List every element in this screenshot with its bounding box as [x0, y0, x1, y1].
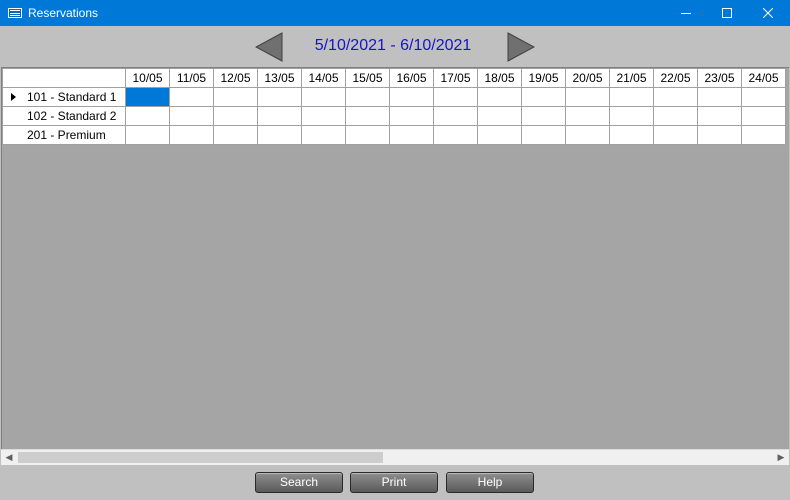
- reservation-cell[interactable]: [697, 106, 742, 126]
- reservation-cell[interactable]: [213, 87, 258, 107]
- reservation-cell[interactable]: [653, 106, 698, 126]
- date-navigation: 5/10/2021 - 6/10/2021: [0, 26, 790, 67]
- room-label[interactable]: 102 - Standard 2: [2, 106, 126, 126]
- reservation-table: 10/05 11/05 12/05 13/05 14/05 15/05 16/05 17/05…: [2, 68, 786, 145]
- room-row: 101 - Standard 1: [2, 87, 786, 107]
- date-header: 18/05: [477, 68, 522, 88]
- reservation-cell[interactable]: [521, 125, 566, 145]
- reservation-cell[interactable]: [653, 87, 698, 107]
- date-header: 20/05: [565, 68, 610, 88]
- right-triangle-icon[interactable]: [507, 32, 535, 62]
- reservation-cell[interactable]: [477, 87, 522, 107]
- horizontal-scrollbar[interactable]: ◀ ▶: [1, 449, 789, 465]
- reservation-cell[interactable]: [213, 106, 258, 126]
- reservation-cell[interactable]: [697, 87, 742, 107]
- reservation-cell[interactable]: [609, 125, 654, 145]
- reservation-cell[interactable]: [257, 87, 302, 107]
- print-button[interactable]: Print: [350, 472, 438, 493]
- reservation-cell[interactable]: [125, 125, 170, 145]
- close-button[interactable]: [746, 0, 790, 26]
- reservation-cell[interactable]: [565, 125, 610, 145]
- corner-cell: [2, 68, 126, 88]
- window-title: Reservations: [28, 6, 99, 20]
- maximize-button[interactable]: [705, 0, 749, 26]
- date-header: 24/05: [741, 68, 786, 88]
- reservation-cell[interactable]: [257, 125, 302, 145]
- reservation-cell[interactable]: [741, 125, 786, 145]
- current-row-pointer-icon: [11, 93, 16, 101]
- date-header: 21/05: [609, 68, 654, 88]
- reservation-cell[interactable]: [433, 87, 478, 107]
- date-header: 13/05: [257, 68, 302, 88]
- reservation-cell[interactable]: [169, 106, 214, 126]
- date-header: 23/05: [697, 68, 742, 88]
- reservation-cell[interactable]: [345, 125, 390, 145]
- date-header: 15/05: [345, 68, 390, 88]
- reservation-cell[interactable]: [565, 106, 610, 126]
- scroll-left-icon[interactable]: ◀: [1, 450, 17, 465]
- date-header-row: 10/05 11/05 12/05 13/05 14/05 15/05 16/05 17/05…: [2, 68, 786, 88]
- date-header: 10/05: [125, 68, 170, 88]
- reservation-cell[interactable]: [345, 87, 390, 107]
- button-bar: Search Print Help: [0, 466, 790, 500]
- scroll-right-icon[interactable]: ▶: [773, 450, 789, 465]
- date-header: 19/05: [521, 68, 566, 88]
- close-icon: [763, 8, 773, 18]
- reservation-cell[interactable]: [653, 125, 698, 145]
- reservation-cell[interactable]: [169, 125, 214, 145]
- reservation-cell[interactable]: [125, 106, 170, 126]
- room-label-text: 102 - Standard 2: [27, 109, 117, 123]
- date-header: 14/05: [301, 68, 346, 88]
- minimize-icon: [681, 13, 691, 14]
- left-triangle-icon[interactable]: [255, 32, 283, 62]
- maximize-icon: [722, 8, 732, 18]
- date-header: 16/05: [389, 68, 434, 88]
- reservation-cell[interactable]: [301, 87, 346, 107]
- reservation-cell[interactable]: [477, 106, 522, 126]
- date-header: 17/05: [433, 68, 478, 88]
- scroll-thumb[interactable]: [18, 452, 383, 463]
- reservation-grid[interactable]: 10/05 11/05 12/05 13/05 14/05 15/05 16/05 17/05…: [1, 67, 789, 449]
- reservation-cell[interactable]: [741, 87, 786, 107]
- search-button[interactable]: Search: [255, 472, 343, 493]
- reservation-cell[interactable]: [345, 106, 390, 126]
- room-label-text: 101 - Standard 1: [27, 90, 117, 104]
- reservation-cell[interactable]: [609, 106, 654, 126]
- selected-reservation-cell[interactable]: [125, 87, 170, 107]
- date-header: 12/05: [213, 68, 258, 88]
- room-label[interactable]: 201 - Premium: [2, 125, 126, 145]
- reservation-cell[interactable]: [477, 125, 522, 145]
- help-button[interactable]: Help: [446, 472, 534, 493]
- reservation-cell[interactable]: [741, 106, 786, 126]
- reservation-cell[interactable]: [433, 125, 478, 145]
- reservation-cell[interactable]: [609, 87, 654, 107]
- reservation-cell[interactable]: [301, 125, 346, 145]
- date-header: 22/05: [653, 68, 698, 88]
- room-row: 201 - Premium: [2, 125, 786, 145]
- reservation-cell[interactable]: [213, 125, 258, 145]
- calendar-window-icon: [8, 8, 22, 18]
- reservation-cell[interactable]: [433, 106, 478, 126]
- reservation-cell[interactable]: [389, 125, 434, 145]
- date-range-label: 5/10/2021 - 6/10/2021: [314, 37, 472, 54]
- reservation-cell[interactable]: [521, 87, 566, 107]
- reservation-cell[interactable]: [697, 125, 742, 145]
- room-label[interactable]: 101 - Standard 1: [2, 87, 126, 107]
- reservation-cell[interactable]: [389, 106, 434, 126]
- reservation-cell[interactable]: [257, 106, 302, 126]
- room-label-text: 201 - Premium: [27, 128, 106, 142]
- reservation-cell[interactable]: [389, 87, 434, 107]
- reservation-cell[interactable]: [565, 87, 610, 107]
- minimize-button[interactable]: [664, 0, 708, 26]
- room-row: 102 - Standard 2: [2, 106, 786, 126]
- reservation-cell[interactable]: [169, 87, 214, 107]
- title-bar[interactable]: Reservations: [0, 0, 790, 26]
- date-header: 11/05: [169, 68, 214, 88]
- reservation-cell[interactable]: [521, 106, 566, 126]
- reservation-cell[interactable]: [301, 106, 346, 126]
